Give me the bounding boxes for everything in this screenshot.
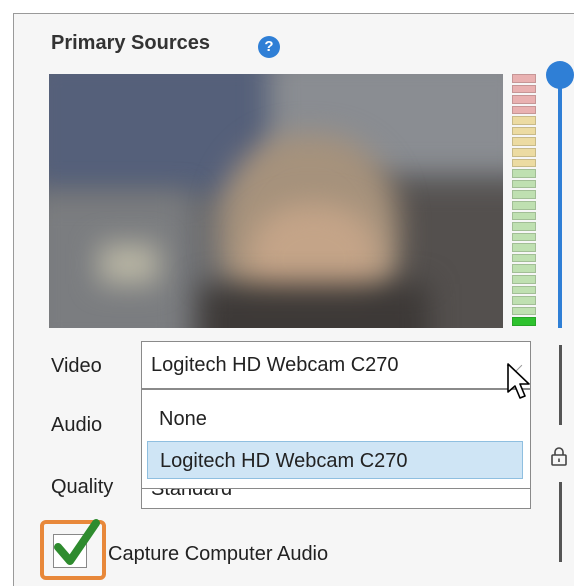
video-select[interactable]: Logitech HD Webcam C270 (141, 341, 531, 389)
video-label: Video (51, 355, 102, 377)
video-select-value: Logitech HD Webcam C270 (151, 354, 399, 376)
panel-title: Primary Sources (51, 32, 210, 54)
audio-label: Audio (51, 414, 103, 436)
help-icon[interactable]: ? (258, 36, 280, 58)
checkmark-icon (54, 519, 100, 565)
quality-label: Quality (51, 476, 114, 498)
slider-track-lower[interactable] (559, 345, 562, 425)
mouse-cursor-icon (507, 363, 530, 399)
capture-audio-label[interactable]: Capture Computer Audio (108, 543, 328, 566)
volume-slider-knob[interactable] (546, 61, 574, 89)
video-preview (49, 74, 503, 328)
lock-icon[interactable] (550, 446, 568, 466)
audio-level-meter (512, 74, 536, 326)
volume-slider-track[interactable] (558, 84, 562, 328)
video-dropdown-list: None Logitech HD Webcam C270 (141, 389, 531, 489)
dropdown-option-logitech[interactable]: Logitech HD Webcam C270 (147, 441, 523, 479)
dropdown-option-none[interactable]: None (147, 400, 523, 438)
slider-track-lower-2[interactable] (559, 482, 562, 562)
